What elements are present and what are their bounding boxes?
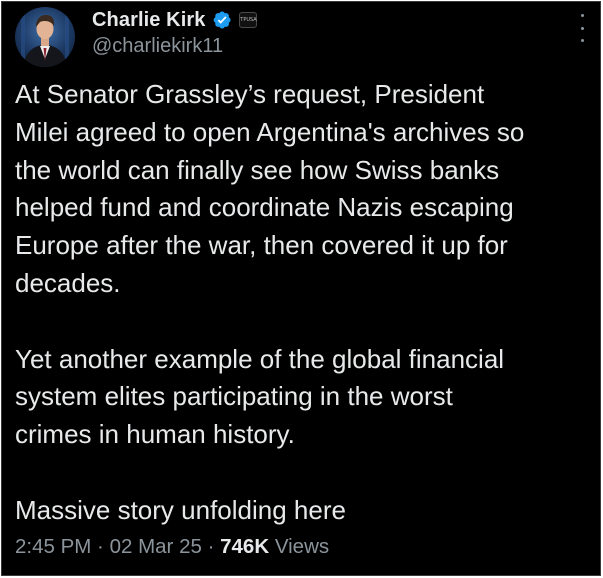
- tweet-text: At Senator Grassley’s request, President…: [15, 76, 595, 530]
- tweet-paragraph: Yet another example of the global financ…: [15, 343, 505, 450]
- tweet-paragraph: Massive story unfolding here: [15, 494, 346, 525]
- avatar[interactable]: [15, 7, 75, 67]
- views-label: Views: [269, 535, 330, 558]
- tweet-card: Charlie Kirk TPUSA @charliekirk11 At Sen…: [1, 1, 601, 576]
- verified-badge-icon: [212, 10, 232, 30]
- tweet-paragraph: At Senator Grassley’s request, President…: [15, 79, 525, 298]
- affiliation-badge-icon[interactable]: TPUSA: [239, 12, 258, 28]
- avatar-image: [15, 7, 75, 67]
- views-count[interactable]: 746K: [220, 535, 269, 558]
- author-handle[interactable]: @charliekirk11: [92, 35, 223, 58]
- more-options-icon[interactable]: [576, 14, 588, 42]
- display-name[interactable]: Charlie Kirk: [92, 9, 205, 32]
- meta-separator: ·: [91, 535, 110, 558]
- tweet-date[interactable]: 02 Mar 25: [110, 535, 202, 558]
- tweet-meta: 2:45 PM · 02 Mar 25 · 746K Views: [15, 535, 329, 559]
- author-name-row: Charlie Kirk TPUSA: [92, 6, 258, 34]
- tweet-time[interactable]: 2:45 PM: [15, 535, 91, 558]
- meta-separator: ·: [201, 535, 221, 558]
- affiliation-badge-text: TPUSA: [240, 17, 257, 23]
